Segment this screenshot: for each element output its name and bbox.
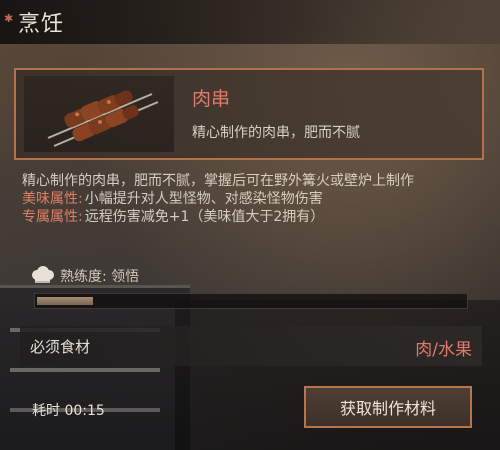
required-ingredients-row: 必须食材 肉/水果 [20, 326, 482, 366]
proficiency-label: 熟练度: 领悟 [60, 269, 140, 285]
attribute-row-tasty: 美味属性: 小幅提升对人型怪物、对感染怪物伤害 [22, 190, 482, 208]
required-ingredients-label: 必须食材 [30, 338, 91, 356]
chef-hat-icon [32, 266, 54, 283]
meat-skewer-icon [47, 90, 159, 147]
attribute-label: 美味属性: [22, 191, 83, 207]
attribute-value: 小幅提升对人型怪物、对感染怪物伤害 [84, 191, 323, 207]
required-ingredients-value: 肉/水果 [415, 340, 472, 360]
recipe-item-card[interactable]: 肉串 精心制作的肉串，肥而不腻 [14, 68, 484, 160]
item-detail-panel: 精心制作的肉串，肥而不腻，掌握后可在野外篝火或壁炉上制作 美味属性: 小幅提升对… [22, 172, 482, 262]
item-short-description: 精心制作的肉串，肥而不腻 [192, 125, 360, 141]
item-name: 肉串 [192, 88, 231, 110]
attribute-value: 远程伤害减免+1（美味值大于2拥有） [84, 209, 325, 225]
page-title: 烹饪 [18, 12, 65, 37]
proficiency-progress-bar [34, 293, 468, 309]
proficiency-row: 熟练度: 领悟 [30, 266, 139, 286]
get-materials-button[interactable]: 获取制作材料 [304, 386, 472, 428]
meat-skewer-thumbnail [24, 76, 174, 152]
background-shelf [0, 285, 190, 450]
item-description: 精心制作的肉串，肥而不腻，掌握后可在野外篝火或壁炉上制作 [22, 173, 414, 189]
proficiency-progress-fill [37, 297, 93, 305]
header-marker-icon: ✱ [4, 12, 14, 25]
cooking-time: 耗时 00:15 [32, 403, 105, 419]
header-bar: ✱ 烹饪 [0, 0, 500, 44]
attribute-label: 专属属性: [22, 209, 83, 225]
attribute-row-exclusive: 专属属性: 远程伤害减免+1（美味值大于2拥有） [22, 208, 482, 226]
